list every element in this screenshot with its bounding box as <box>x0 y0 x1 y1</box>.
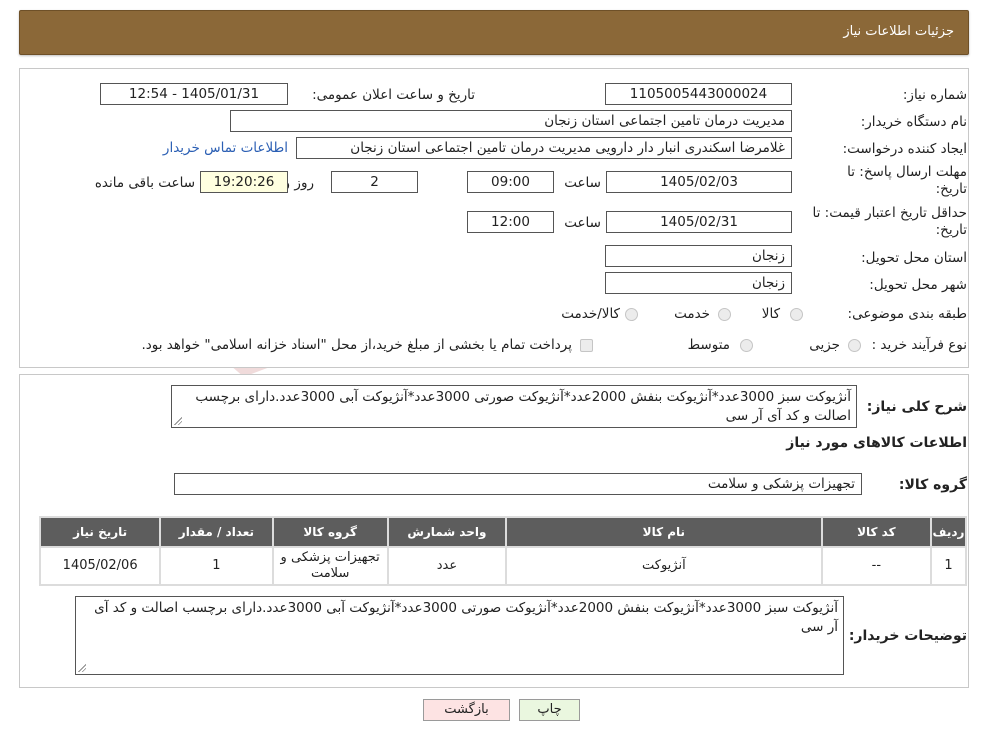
process-option-minor: جزیی <box>809 337 840 353</box>
deadline-time-field: 09:00 <box>467 171 554 193</box>
buyer-org-field: مدیریت درمان تامین اجتماعی استان زنجان <box>230 110 792 132</box>
category-radio-goods[interactable] <box>790 308 803 321</box>
validity-label: حداقل تاریخ اعتبار قیمت: تا تاریخ: <box>812 205 967 238</box>
process-label: نوع فرآیند خرید : <box>871 337 967 353</box>
deadline-time-label: ساعت <box>564 175 601 191</box>
process-radio-minor[interactable] <box>848 339 861 352</box>
buyer-notes-textarea[interactable]: آنژیوکت سبز 3000عدد*آنژیوکت بنفش 2000عدد… <box>75 596 844 675</box>
validity-date-field: 1405/02/31 <box>606 211 792 233</box>
process-option-medium: متوسط <box>687 337 730 353</box>
category-label: طبقه بندی موضوعی: <box>847 306 967 322</box>
summary-label: شرح کلی نیاز: <box>866 399 967 415</box>
category-option-goods: کالا <box>761 306 780 322</box>
print-button[interactable]: چاپ <box>519 699 580 721</box>
goods-table: ردیف کد کالا نام کالا واحد شمارش گروه کا… <box>39 516 967 586</box>
goods-group-field: تجهیزات پزشکی و سلامت <box>174 473 862 495</box>
goods-group-label: گروه کالا: <box>898 477 967 493</box>
cell-item-code: -- <box>822 548 930 584</box>
summary-text: آنژیوکت سبز 3000عدد*آنژیوکت بنفش 2000عدد… <box>195 389 851 424</box>
process-note: پرداخت تمام یا بخشی از مبلغ خرید،از محل … <box>141 337 572 353</box>
validity-time-field: 12:00 <box>467 211 554 233</box>
table-row: 1 -- آنژیوکت عدد تجهیزات پزشکی و سلامت 1… <box>41 548 965 584</box>
col-header-item-code: کد کالا <box>822 518 930 546</box>
remaining-time-field: 19:20:26 <box>200 171 288 193</box>
need-number-label: شماره نیاز: <box>902 87 967 103</box>
col-header-row-number: ردیف <box>931 518 965 546</box>
process-checkbox-treasury[interactable] <box>580 339 593 352</box>
announce-label: تاریخ و ساعت اعلان عمومی: <box>312 87 475 103</box>
need-number-field: 1105005443000024 <box>605 83 792 105</box>
col-header-item-group: گروه کالا <box>273 518 387 546</box>
buyer-notes-text: آنژیوکت سبز 3000عدد*آنژیوکت بنفش 2000عدد… <box>94 600 838 635</box>
resize-grip-icon[interactable] <box>78 664 86 672</box>
col-header-item-name: نام کالا <box>507 518 821 546</box>
cell-need-date: 1405/02/06 <box>41 548 160 584</box>
deadline-date-field: 1405/02/03 <box>606 171 792 193</box>
category-radio-service[interactable] <box>718 308 731 321</box>
city-label: شهر محل تحویل: <box>869 277 967 293</box>
days-label: روز و <box>283 175 314 191</box>
cell-item-name: آنژیوکت <box>507 548 821 584</box>
announce-field: 1405/01/31 - 12:54 <box>100 83 288 105</box>
requester-label: ایجاد کننده درخواست: <box>842 141 967 157</box>
buyer-org-label: نام دستگاه خریدار: <box>860 114 967 130</box>
requester-field: غلامرضا اسکندری انبار دار دارویی مدیریت … <box>296 137 792 159</box>
contact-info-link[interactable]: اطلاعات تماس خریدار <box>163 140 288 156</box>
category-option-service: خدمت <box>674 306 710 322</box>
category-radio-goods-service[interactable] <box>625 308 638 321</box>
cell-quantity: 1 <box>161 548 272 584</box>
category-option-goods-service: کالا/خدمت <box>561 306 620 322</box>
col-header-unit: واحد شمارش <box>388 518 506 546</box>
cell-item-group: تجهیزات پزشکی و سلامت <box>273 548 387 584</box>
remaining-label: ساعت باقی مانده <box>94 175 195 191</box>
resize-grip-icon[interactable] <box>174 417 182 425</box>
summary-textarea[interactable]: آنژیوکت سبز 3000عدد*آنژیوکت بنفش 2000عدد… <box>171 385 857 428</box>
goods-section-title: اطلاعات کالاهای مورد نیاز <box>786 435 967 451</box>
col-header-quantity: تعداد / مقدار <box>161 518 272 546</box>
validity-time-label: ساعت <box>564 215 601 231</box>
cell-row-number: 1 <box>931 548 965 584</box>
process-radio-medium[interactable] <box>740 339 753 352</box>
page-title: جزئیات اطلاعات نیاز <box>843 24 954 39</box>
cell-unit: عدد <box>388 548 506 584</box>
page-header: جزئیات اطلاعات نیاز <box>19 10 969 55</box>
back-button[interactable]: بازگشت <box>423 699 510 721</box>
table-header-row: ردیف کد کالا نام کالا واحد شمارش گروه کا… <box>41 518 965 546</box>
province-label: استان محل تحویل: <box>861 250 967 266</box>
province-field: زنجان <box>605 245 792 267</box>
days-field: 2 <box>331 171 418 193</box>
city-field: زنجان <box>605 272 792 294</box>
buyer-notes-label: توضیحات خریدار: <box>848 628 967 644</box>
col-header-need-date: تاریخ نیاز <box>41 518 160 546</box>
deadline-label: مهلت ارسال پاسخ: تا تاریخ: <box>847 164 967 197</box>
